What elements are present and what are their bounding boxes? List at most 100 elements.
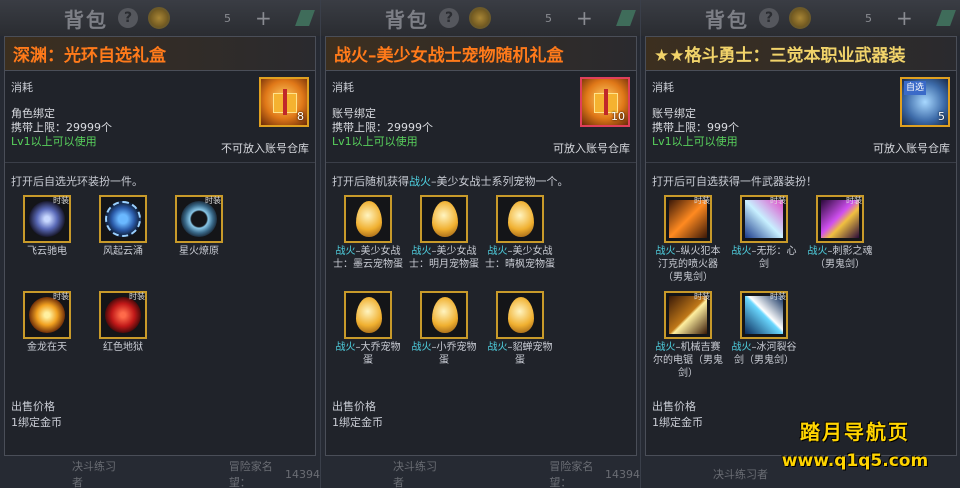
inventory-header: 背包 ? 5 + xyxy=(321,0,640,36)
pet-egg-icon xyxy=(356,201,382,237)
reward-label: 战火–美少女战士：明月宠物蛋 xyxy=(409,246,479,270)
reward-label: 战火–刺影之魂（男鬼剑） xyxy=(807,246,873,270)
desc-highlight: 战火 xyxy=(409,175,431,188)
reward-grid: 时装 飞云驰电 风起云涌 时装 星火燎原 时装 金龙在天 时装 红色地狱 xyxy=(5,195,315,387)
reward-item[interactable]: 战火–大乔宠物蛋 xyxy=(330,291,406,387)
tooltip-header: 战火–美少女战士宠物随机礼盒 xyxy=(326,37,636,71)
gift-box-icon: 10 xyxy=(580,77,630,127)
reward-item[interactable]: 战火–美少女战士：晴枫宠物蛋 xyxy=(482,195,558,291)
reward-label: 战火–小乔宠物蛋 xyxy=(411,342,477,366)
help-icon[interactable]: ? xyxy=(759,8,779,28)
reward-label: 战火–貂蝉宠物蛋 xyxy=(487,342,553,366)
item-title: ★★格斗勇士：三觉本职业武器装 xyxy=(654,46,906,66)
reward-item[interactable]: 风起云涌 xyxy=(85,195,161,291)
price-label: 出售价格 xyxy=(652,400,696,413)
sell-price: 出售价格 1绑定金币 xyxy=(652,399,703,431)
reward-label: 战火–纵火犯本汀克的喷火器（男鬼剑） xyxy=(655,246,721,283)
reward-label: 战火–美少女战士：墨云宠物蛋 xyxy=(333,246,403,270)
reward-item[interactable]: 时装 星火燎原 xyxy=(161,195,237,291)
reward-item[interactable]: 时装 飞云驰电 xyxy=(9,195,85,291)
item-panel-3: 背包 ? 5 + ★★格斗勇士：三觉本职业武器装 消耗 账号绑定 携带上限：99… xyxy=(640,0,960,488)
inventory-header: 背包 ? 5 + xyxy=(0,0,320,36)
item-info: 消耗 角色绑定 携带上限：29999个 Lv1以上可以使用 不可放入账号仓库 8 xyxy=(5,71,315,163)
limited-tag: 时装 xyxy=(770,292,786,301)
limited-tag: 时装 xyxy=(846,196,862,205)
status-footer: 决斗练习者 冒险家名望： 14394 xyxy=(321,460,640,488)
reward-item[interactable]: 战火–美少女战士：墨云宠物蛋 xyxy=(330,195,406,291)
halo-icon xyxy=(105,201,141,237)
help-icon[interactable]: ? xyxy=(118,8,138,28)
rank-title: 决斗练习者 xyxy=(72,460,116,488)
reward-label: 星火燎原 xyxy=(179,246,219,257)
reward-item[interactable]: 时装 战火–无形：心剑 xyxy=(726,195,802,291)
pet-egg-icon xyxy=(508,201,534,237)
watermark-line-2: www.q1q5.com xyxy=(781,451,929,471)
add-button[interactable]: + xyxy=(255,6,272,30)
inventory-title: 背包 xyxy=(705,7,749,32)
item-tooltip: 战火–美少女战士宠物随机礼盒 消耗 账号绑定 携带上限：29999个 Lv1以上… xyxy=(325,36,637,456)
reward-label: 飞云驰电 xyxy=(27,246,67,257)
add-button[interactable]: + xyxy=(896,6,913,30)
watermark-line-1: 踏月导航页 xyxy=(800,420,910,444)
reward-item[interactable]: 时装 战火–机械吉赛尔的电锯（男鬼剑） xyxy=(650,291,726,387)
inventory-count: 5 xyxy=(224,11,231,25)
item-description: 打开后随机获得战火–美少女战士系列宠物一个。 xyxy=(326,163,636,195)
pet-egg-icon xyxy=(356,297,382,333)
halo-icon xyxy=(181,201,217,237)
item-tooltip: 深渊：光环自选礼盒 消耗 角色绑定 携带上限：29999个 Lv1以上可以使用 … xyxy=(4,36,316,456)
tooltip-header: 深渊：光环自选礼盒 xyxy=(5,37,315,71)
desc-text: 打开后随机获得 xyxy=(332,175,409,188)
limited-tag: 时装 xyxy=(694,196,710,205)
storage-note: 可放入账号仓库 xyxy=(873,142,950,155)
reward-item[interactable]: 时装 战火–冰河裂谷剑（男鬼剑） xyxy=(726,291,802,387)
reward-label: 战火–无形：心剑 xyxy=(731,246,797,270)
reward-label: 金龙在天 xyxy=(27,342,67,353)
inventory-count: 5 xyxy=(545,11,552,25)
reward-grid: 时装 战火–纵火犯本汀克的喷火器（男鬼剑） 时装 战火–无形：心剑 时装 战火–… xyxy=(646,195,956,387)
item-info: 消耗 账号绑定 携带上限：29999个 Lv1以上可以使用 可放入账号仓库 10 xyxy=(326,71,636,163)
stack-count: 8 xyxy=(297,110,304,123)
limited-tag: 时装 xyxy=(694,292,710,301)
fame-value: 14394 xyxy=(285,467,320,481)
help-icon[interactable]: ? xyxy=(439,8,459,28)
limited-tag: 时装 xyxy=(53,196,69,205)
site-watermark: 踏月导航页 www.q1q5.com xyxy=(760,416,950,480)
item-tooltip: ★★格斗勇士：三觉本职业武器装 消耗 账号绑定 携带上限：999个 Lv1以上可… xyxy=(645,36,957,456)
limited-tag: 时装 xyxy=(53,292,69,301)
add-button[interactable]: + xyxy=(576,6,593,30)
fame-value: 14394 xyxy=(605,467,640,481)
inventory-count: 5 xyxy=(865,11,872,25)
inventory-title: 背包 xyxy=(64,7,108,32)
item-description: 打开后可自选获得一件武器装扮！ xyxy=(652,175,817,188)
status-footer: 决斗练习者 冒险家名望： 14394 xyxy=(0,460,320,488)
limited-tag: 时装 xyxy=(205,196,221,205)
reward-label: 战火–机械吉赛尔的电锯（男鬼剑） xyxy=(653,342,723,379)
gem-icon xyxy=(615,10,636,26)
storage-note: 可放入账号仓库 xyxy=(553,142,630,155)
item-title: 深渊：光环自选礼盒 xyxy=(13,46,166,66)
price-value: 1绑定金币 xyxy=(332,416,383,429)
desc-text: –美少女战士系列宠物一个。 xyxy=(431,175,569,188)
reward-item[interactable]: 时装 战火–刺影之魂（男鬼剑） xyxy=(802,195,878,291)
gem-icon xyxy=(935,10,956,26)
item-title: 战火–美少女战士宠物随机礼盒 xyxy=(334,46,564,66)
item-info: 消耗 账号绑定 携带上限：999个 Lv1以上可以使用 可放入账号仓库 自选 5 xyxy=(646,71,956,163)
reward-item[interactable]: 时装 战火–纵火犯本汀克的喷火器（男鬼剑） xyxy=(650,195,726,291)
fame-label: 冒险家名望： xyxy=(228,460,273,488)
reward-label: 战火–大乔宠物蛋 xyxy=(335,342,401,366)
coin-icon xyxy=(789,7,811,29)
fame-label: 冒险家名望： xyxy=(549,460,594,488)
reward-item[interactable]: 时装 红色地狱 xyxy=(85,291,161,387)
reward-item[interactable]: 战火–美少女战士：明月宠物蛋 xyxy=(406,195,482,291)
halo-icon xyxy=(29,201,65,237)
sell-price: 出售价格 1绑定金币 xyxy=(332,399,383,431)
reward-item[interactable]: 时装 金龙在天 xyxy=(9,291,85,387)
pet-egg-icon xyxy=(432,297,458,333)
selectable-tag: 自选 xyxy=(904,81,927,95)
reward-label: 风起云涌 xyxy=(103,246,143,257)
sell-price: 出售价格 1绑定金币 xyxy=(11,399,62,431)
price-label: 出售价格 xyxy=(332,400,376,413)
reward-item[interactable]: 战火–貂蝉宠物蛋 xyxy=(482,291,558,387)
reward-item[interactable]: 战火–小乔宠物蛋 xyxy=(406,291,482,387)
item-panel-2: 背包 ? 5 + 战火–美少女战士宠物随机礼盒 消耗 账号绑定 携带上限：299… xyxy=(320,0,640,488)
